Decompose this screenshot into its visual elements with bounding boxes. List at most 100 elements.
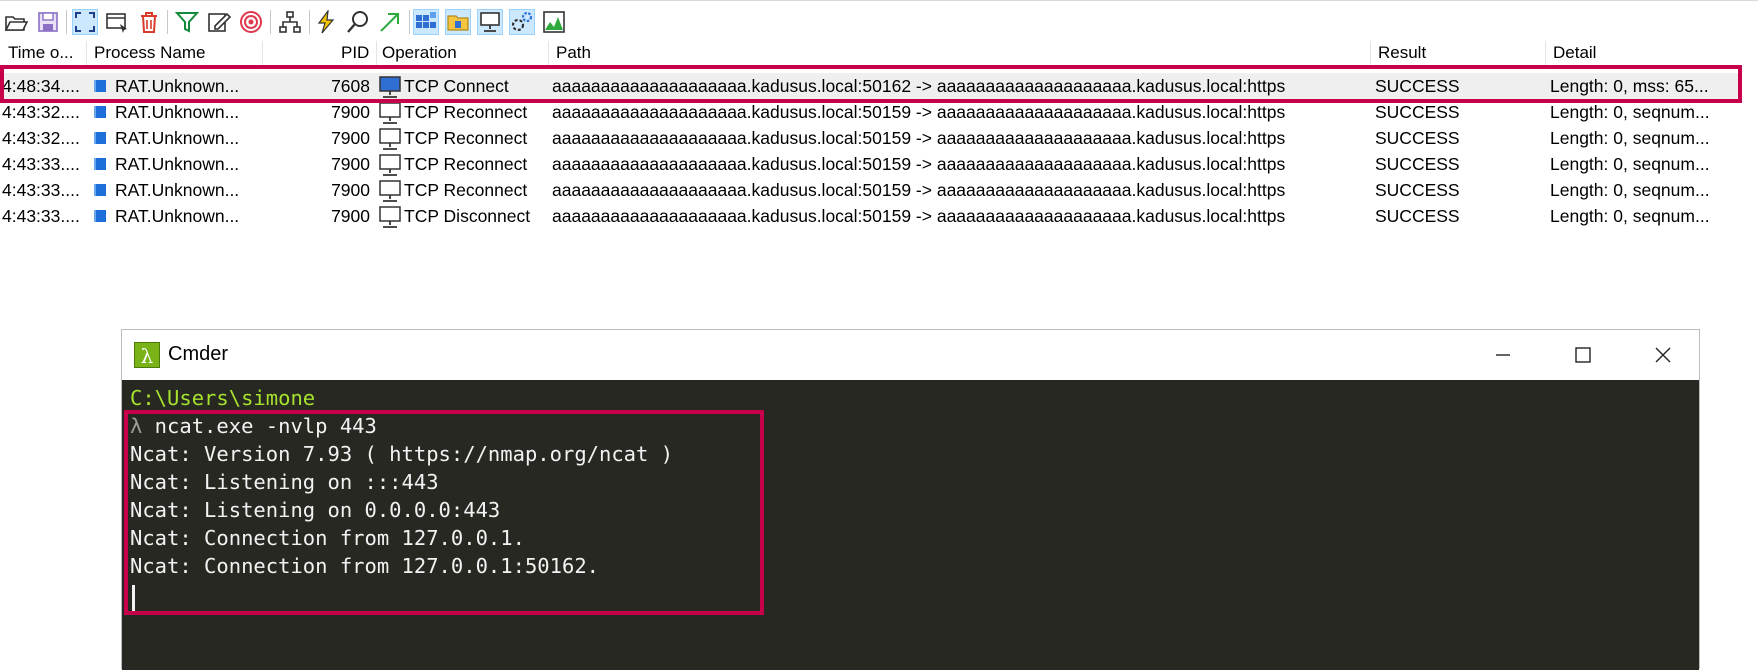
column-divider[interactable]: [548, 41, 549, 67]
process-icon: [90, 156, 106, 172]
cell-pid: 7900: [331, 154, 370, 174]
profiling-activity-icon[interactable]: [541, 9, 567, 35]
table-row[interactable]: 4:48:34.... RAT.Unknown... 7608 TCP Conn…: [0, 73, 1740, 99]
network-icon: [379, 180, 401, 202]
cell-pid: 7900: [331, 128, 370, 148]
process-icon: [90, 208, 106, 224]
column-time[interactable]: Time o...: [8, 43, 74, 63]
cmder-window: λ Cmder C:\Users\simone λ ncat.exe -nvlp…: [121, 329, 1700, 670]
cell-process: RAT.Unknown...: [115, 154, 240, 174]
jump-icon[interactable]: [377, 9, 403, 35]
cell-path: aaaaaaaaaaaaaaaaaaaa.kadusus.local:50159…: [552, 154, 1286, 174]
column-divider[interactable]: [1545, 41, 1546, 67]
window-title: Cmder: [168, 343, 229, 365]
maximize-button[interactable]: [1544, 330, 1622, 380]
network-icon: [379, 76, 401, 98]
open-icon[interactable]: [3, 9, 29, 35]
cell-process: RAT.Unknown...: [115, 180, 240, 200]
cell-time: 4:48:34....: [2, 76, 80, 96]
toolbar-separator: [167, 10, 168, 34]
event-table-header: Time o... Process Name PID Operation Pat…: [0, 41, 1758, 67]
column-divider[interactable]: [86, 41, 87, 67]
close-button[interactable]: [1624, 330, 1702, 380]
console-output-line: Ncat: Connection from 127.0.0.1.: [130, 526, 525, 550]
column-result[interactable]: Result: [1378, 43, 1426, 63]
prompt-symbol: λ: [130, 414, 143, 438]
capture-icon[interactable]: [104, 9, 130, 35]
toolbar-separator: [409, 10, 410, 34]
column-process-name[interactable]: Process Name: [94, 43, 205, 63]
cell-operation: TCP Reconnect: [404, 102, 528, 122]
network-icon: [379, 128, 401, 150]
column-operation[interactable]: Operation: [382, 43, 457, 63]
cmder-logo-icon: λ: [134, 342, 160, 368]
console-path-line: C:\Users\simone: [130, 386, 316, 410]
table-row[interactable]: 4:43:32.... RAT.Unknown... 7900 TCP Reco…: [0, 125, 1740, 151]
table-row[interactable]: 4:43:33.... RAT.Unknown... 7900 TCP Disc…: [0, 203, 1740, 229]
column-divider[interactable]: [376, 41, 377, 67]
table-row[interactable]: 4:43:33.... RAT.Unknown... 7900 TCP Reco…: [0, 177, 1740, 203]
process-icon: [90, 182, 106, 198]
cell-path: aaaaaaaaaaaaaaaaaaaa.kadusus.local:50162…: [552, 76, 1286, 96]
cell-result: SUCCESS: [1375, 206, 1460, 226]
cell-detail: Length: 0, seqnum...: [1550, 154, 1710, 174]
find-icon[interactable]: [345, 9, 371, 35]
console-command-line: λ ncat.exe -nvlp 443: [130, 414, 377, 438]
console-area[interactable]: C:\Users\simone λ ncat.exe -nvlp 443 Nca…: [122, 380, 1699, 670]
file-activity-icon[interactable]: [445, 9, 471, 35]
cell-path: aaaaaaaaaaaaaaaaaaaa.kadusus.local:50159…: [552, 206, 1286, 226]
network-activity-icon[interactable]: [477, 9, 503, 35]
network-icon: [379, 154, 401, 176]
highlight-icon[interactable]: [206, 9, 232, 35]
autoscroll-icon[interactable]: [72, 9, 98, 35]
save-icon[interactable]: [35, 9, 61, 35]
cell-operation: TCP Connect: [404, 76, 509, 96]
cell-time: 4:43:32....: [2, 128, 80, 148]
column-path[interactable]: Path: [556, 43, 591, 63]
command-text: ncat.exe -nvlp 443: [142, 414, 377, 438]
minimize-icon: [1496, 354, 1510, 356]
cmder-title-bar[interactable]: λ Cmder: [122, 330, 1699, 380]
cell-path: aaaaaaaaaaaaaaaaaaaa.kadusus.local:50159…: [552, 128, 1286, 148]
clear-icon[interactable]: [136, 9, 162, 35]
process-tree-icon[interactable]: [277, 9, 303, 35]
cell-detail: Length: 0, seqnum...: [1550, 206, 1710, 226]
cell-time: 4:43:33....: [2, 180, 80, 200]
table-row[interactable]: 4:43:33.... RAT.Unknown... 7900 TCP Reco…: [0, 151, 1740, 177]
cell-detail: Length: 0, seqnum...: [1550, 128, 1710, 148]
cell-result: SUCCESS: [1375, 180, 1460, 200]
process-icon: [90, 130, 106, 146]
process-activity-icon[interactable]: [509, 9, 535, 35]
toolbar-separator: [270, 10, 271, 34]
column-divider[interactable]: [1370, 41, 1371, 67]
toolbar-separator: [309, 10, 310, 34]
toolbar: [0, 0, 1758, 40]
cell-time: 4:43:32....: [2, 102, 80, 122]
table-row[interactable]: 4:43:32.... RAT.Unknown... 7900 TCP Reco…: [0, 99, 1740, 125]
text-cursor: [132, 585, 135, 611]
column-detail[interactable]: Detail: [1553, 43, 1596, 63]
filter-icon[interactable]: [174, 9, 200, 35]
cell-pid: 7900: [331, 206, 370, 226]
cell-result: SUCCESS: [1375, 76, 1460, 96]
cell-pid: 7900: [331, 180, 370, 200]
cell-process: RAT.Unknown...: [115, 76, 240, 96]
column-pid[interactable]: PID: [341, 43, 369, 63]
cell-pid: 7608: [331, 76, 370, 96]
cell-operation: TCP Reconnect: [404, 128, 528, 148]
column-divider[interactable]: [262, 41, 263, 67]
cell-result: SUCCESS: [1375, 128, 1460, 148]
cell-time: 4:43:33....: [2, 206, 80, 226]
process-icon: [90, 104, 106, 120]
minimize-button[interactable]: [1464, 330, 1542, 380]
close-icon: [1655, 347, 1671, 363]
cell-detail: Length: 0, seqnum...: [1550, 102, 1710, 122]
cell-operation: TCP Disconnect: [404, 206, 531, 226]
cell-result: SUCCESS: [1375, 102, 1460, 122]
activity-icon[interactable]: [313, 9, 339, 35]
target-icon[interactable]: [238, 9, 264, 35]
toolbar-separator: [66, 10, 67, 34]
cell-operation: TCP Reconnect: [404, 154, 528, 174]
cell-result: SUCCESS: [1375, 154, 1460, 174]
registry-activity-icon[interactable]: [413, 9, 439, 35]
